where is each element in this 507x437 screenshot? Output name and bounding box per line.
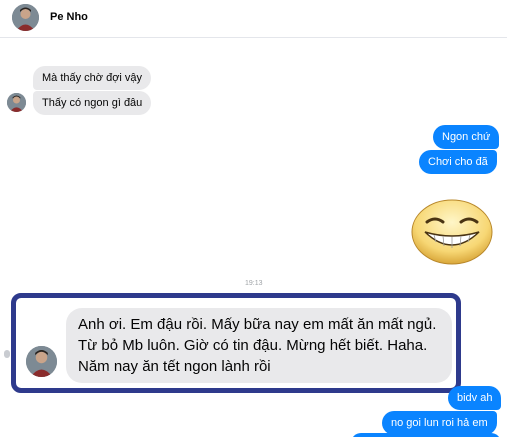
highlighted-message-frame: Anh ơi. Em đậu rồi. Mấy bữa nay em mất ă… bbox=[11, 293, 461, 393]
contact-name[interactable]: Pe Nho bbox=[50, 11, 88, 23]
incoming-message-edge bbox=[4, 350, 10, 358]
outgoing-message[interactable]: Chơi cho đã bbox=[419, 150, 497, 174]
incoming-message[interactable]: Mà thấy chờ đợi vậy bbox=[33, 66, 152, 90]
contact-avatar-image bbox=[12, 4, 39, 31]
outgoing-message-partial[interactable] bbox=[351, 433, 501, 437]
sender-avatar[interactable] bbox=[7, 93, 26, 112]
chat-header: Pe Nho bbox=[0, 0, 507, 38]
grinning-face-sticker-icon[interactable] bbox=[409, 196, 495, 266]
sender-avatar-image bbox=[26, 346, 57, 377]
incoming-message[interactable]: Thấy có ngon gì đâu bbox=[33, 91, 152, 115]
contact-avatar[interactable] bbox=[12, 4, 39, 31]
outgoing-message[interactable]: no goi lun roi hả em bbox=[382, 411, 497, 435]
outgoing-message[interactable]: bidv ah bbox=[448, 386, 502, 410]
sender-avatar[interactable] bbox=[26, 346, 57, 377]
incoming-message[interactable]: Anh ơi. Em đậu rồi. Mấy bữa nay em mất ă… bbox=[66, 308, 452, 383]
sender-avatar-image bbox=[7, 93, 26, 112]
message-timestamp: 19:13 bbox=[245, 280, 263, 287]
outgoing-message[interactable]: Ngon chứ bbox=[433, 125, 500, 149]
